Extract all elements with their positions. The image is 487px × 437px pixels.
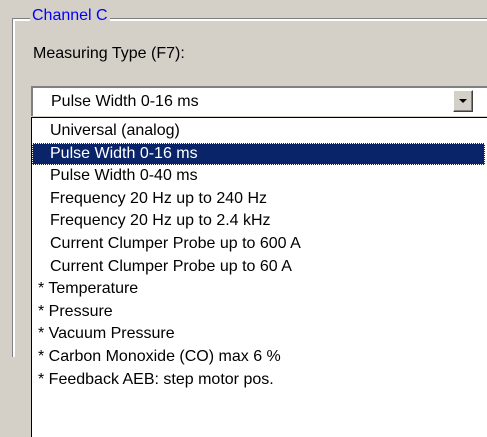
list-item[interactable]: Current Clumper Probe up to 600 A bbox=[32, 233, 487, 256]
list-item[interactable]: * Feedback AEB: step motor pos. bbox=[32, 369, 487, 392]
measuring-type-dropdown-list[interactable]: Universal (analog) Pulse Width 0-16 ms P… bbox=[31, 117, 487, 437]
list-item[interactable]: * Carbon Monoxide (CO) max 6 % bbox=[32, 346, 487, 369]
list-item[interactable]: Frequency 20 Hz up to 2.4 kHz bbox=[32, 210, 487, 233]
combobox-selected-value: Pulse Width 0-16 ms bbox=[51, 93, 199, 110]
dropdown-button[interactable] bbox=[453, 90, 473, 112]
measuring-type-label: Measuring Type (F7): bbox=[33, 45, 185, 62]
list-item[interactable]: Pulse Width 0-40 ms bbox=[32, 165, 487, 188]
list-item[interactable]: Universal (analog) bbox=[32, 120, 487, 143]
list-item-selected[interactable]: Pulse Width 0-16 ms bbox=[32, 142, 485, 166]
measuring-type-combobox[interactable]: Pulse Width 0-16 ms bbox=[31, 86, 487, 116]
groupbox-title: Channel C bbox=[30, 6, 110, 26]
list-item[interactable]: * Temperature bbox=[32, 278, 487, 301]
list-item[interactable]: * Pressure bbox=[32, 301, 487, 324]
chevron-down-icon bbox=[459, 99, 467, 103]
list-item[interactable]: Current Clumper Probe up to 60 A bbox=[32, 256, 487, 279]
list-item[interactable]: * Vacuum Pressure bbox=[32, 323, 487, 346]
list-item[interactable]: Frequency 20 Hz up to 240 Hz bbox=[32, 188, 487, 211]
